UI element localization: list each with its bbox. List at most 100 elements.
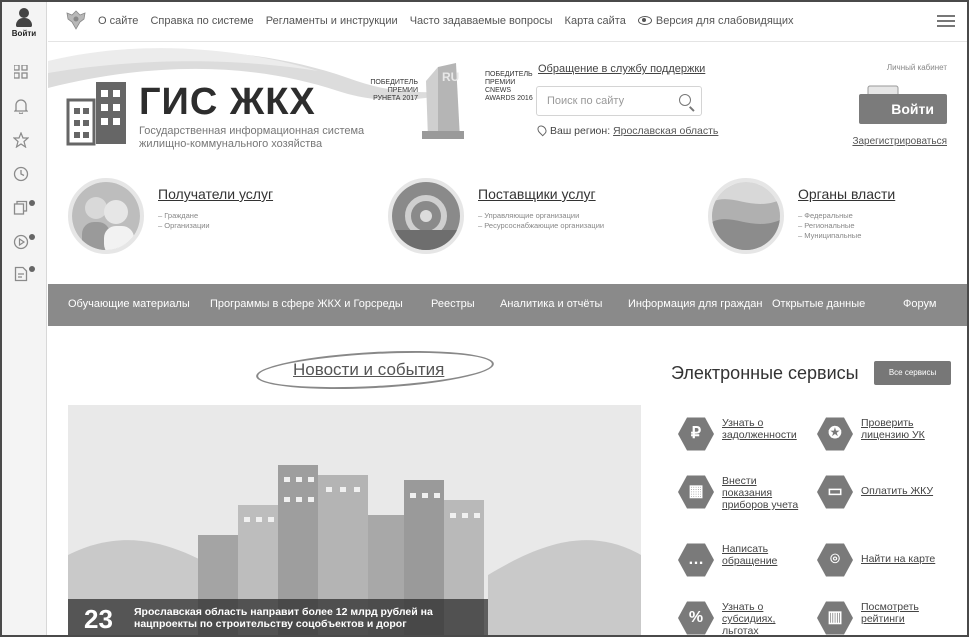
audience-subitem[interactable]: – Граждане [158, 211, 210, 221]
service-write-request[interactable]: … Написать обращение [678, 542, 808, 582]
support-request-link[interactable]: Обращение в службу поддержки [538, 63, 705, 75]
service-ratings[interactable]: ▥ Посмотреть рейтинги [817, 600, 947, 635]
svg-text:RU: RU [442, 70, 459, 84]
left-rail: Войти [2, 2, 47, 635]
topnav-help-link[interactable]: Справка по системе [150, 15, 253, 27]
login-button[interactable]: Войти [859, 94, 947, 124]
logo-subtitle-line-1: Государственная информационная система [139, 125, 365, 137]
gis-logo-building-icon [66, 82, 126, 146]
audience-service-providers[interactable]: Поставщики услуг – Управляющие организац… [388, 178, 688, 258]
register-link[interactable]: Зарегистрироваться [852, 136, 947, 147]
topnav-faq-link[interactable]: Часто задаваемые вопросы [410, 15, 553, 27]
star-icon[interactable] [10, 131, 32, 154]
topnav-sitemap-link[interactable]: Карта сайта [565, 15, 626, 27]
coat-of-arms-icon [64, 9, 88, 31]
search-placeholder: Поиск по сайту [547, 95, 625, 107]
service-label[interactable]: Найти на карте [861, 553, 935, 565]
news-day: 23 [84, 604, 113, 634]
user-icon [16, 8, 32, 28]
news-section-title[interactable]: Новости и события [293, 360, 444, 380]
map-pin-icon: ⌾ [817, 543, 853, 577]
service-label[interactable]: Написать обращение [722, 543, 808, 567]
nav-open-data[interactable]: Открытые данные [772, 298, 865, 310]
site-logo-title[interactable]: ГИС ЖКХ [139, 81, 316, 124]
audience-subitem[interactable]: – Организации [158, 221, 210, 231]
topnav-regulations-link[interactable]: Регламенты и инструкции [266, 15, 398, 27]
personal-cabinet-label: Личный кабинет [886, 63, 947, 72]
logo-subtitle-line-2: жилищно-коммунального хозяйства [139, 138, 323, 150]
chat-icon: … [678, 543, 714, 577]
award-statue-image: RU [422, 63, 464, 139]
service-debt[interactable]: ₽ Узнать о задолженности [678, 416, 808, 456]
service-pay-utilities[interactable]: ▭ Оплатить ЖКУ [817, 474, 947, 514]
search-input[interactable]: Поиск по сайту [536, 86, 702, 116]
ruble-icon: ₽ [678, 417, 714, 451]
audience-subitem[interactable]: – Муниципальные [798, 231, 861, 241]
accessibility-label: Версия для слабовидящих [655, 15, 794, 27]
site-header: ГИС ЖКХ Государственная информационная с… [48, 43, 967, 163]
audience-subitem[interactable]: – Ресурсоснабжающие организации [478, 221, 604, 231]
audience-subitem[interactable]: – Федеральные [798, 211, 861, 221]
services-title: Электронные сервисы [671, 363, 859, 383]
meter-icon: ▦ [678, 475, 714, 509]
nav-citizen-info[interactable]: Информация для граждан [628, 298, 762, 310]
eye-icon [637, 16, 652, 25]
nav-registries[interactable]: Реестры [431, 298, 475, 310]
location-pin-icon [535, 123, 549, 137]
region-selector: Ваш регион: Ярославская область [535, 123, 718, 137]
audience-title[interactable]: Получатели услуг [158, 186, 273, 202]
all-services-button[interactable]: Все сервисы [874, 361, 951, 385]
audience-authorities[interactable]: Органы власти – Федеральные – Региональн… [708, 178, 958, 258]
nav-forum[interactable]: Форум [903, 298, 936, 310]
nav-programs[interactable]: Программы в сфере ЖКХ и Горсреды [210, 298, 403, 310]
service-label[interactable]: Узнать о задолженности [722, 417, 808, 441]
main-navigation: Обучающие материалы Программы в сфере ЖК… [48, 284, 967, 326]
copy-icon[interactable] [10, 200, 35, 222]
region-label: Ваш регион: [550, 125, 611, 137]
service-map[interactable]: ⌾ Найти на карте [817, 542, 947, 582]
service-label[interactable]: Внести показания приборов учета [722, 475, 808, 511]
topnav-about-link[interactable]: О сайте [98, 15, 138, 27]
notification-dot [29, 266, 35, 272]
news-caption[interactable]: 23 Ярославская область направит более 12… [68, 599, 488, 635]
wallet-icon: ▭ [817, 475, 853, 509]
rating-icon: ▥ [817, 601, 853, 635]
audience-title[interactable]: Органы власти [798, 186, 895, 202]
audience-subitems: – Управляющие организации – Ресурсоснабж… [478, 211, 604, 231]
play-icon[interactable] [10, 234, 35, 256]
top-navigation: О сайте Справка по системе Регламенты и … [48, 2, 967, 42]
service-providers-photo [388, 178, 464, 254]
badge-icon: ✪ [817, 417, 853, 451]
service-meter-readings[interactable]: ▦ Внести показания приборов учета [678, 474, 808, 518]
audience-service-recipients[interactable]: Получатели услуг – Граждане – Организаци… [68, 178, 368, 258]
service-label[interactable]: Узнать о субсидиях, льготах [722, 601, 808, 635]
search-icon[interactable] [679, 94, 691, 106]
news-headline[interactable]: Ярославская область направит более 12 мл… [134, 606, 474, 630]
service-subsidies[interactable]: % Узнать о субсидиях, льготах [678, 600, 808, 635]
service-label[interactable]: Проверить лицензию УК [861, 417, 947, 441]
rail-login-label: Войти [11, 29, 37, 38]
clock-icon[interactable] [10, 166, 32, 188]
audience-subitem[interactable]: – Управляющие организации [478, 211, 604, 221]
nav-learning-materials[interactable]: Обучающие материалы [68, 298, 190, 310]
document-icon[interactable] [10, 266, 35, 288]
region-link[interactable]: Ярославская область [613, 125, 718, 137]
accessibility-version-link[interactable]: Версия для слабовидящих [637, 15, 803, 27]
audience-title[interactable]: Поставщики услуг [478, 186, 596, 202]
site-logo-subtitle: Государственная информационная система ж… [139, 125, 369, 151]
browser-frame: Войти О сайте Справка по системе Регламе… [0, 0, 969, 637]
audience-subitems: – Федеральные – Региональные – Муниципал… [798, 211, 861, 241]
bell-icon[interactable] [10, 98, 32, 120]
award-cnews-line: ПОБЕДИТЕЛЬ [485, 71, 533, 78]
authorities-photo [708, 178, 784, 254]
service-label[interactable]: Посмотреть рейтинги [861, 601, 947, 625]
nav-analytics[interactable]: Аналитика и отчёты [500, 298, 602, 310]
rail-login-button[interactable]: Войти [6, 8, 42, 38]
grid-icon[interactable] [10, 64, 32, 86]
service-license[interactable]: ✪ Проверить лицензию УК [817, 416, 947, 456]
service-label[interactable]: Оплатить ЖКУ [861, 485, 933, 497]
hamburger-menu-icon[interactable] [937, 15, 955, 27]
notification-dot [29, 234, 35, 240]
audience-subitem[interactable]: – Региональные [798, 221, 861, 231]
notification-dot [29, 200, 35, 206]
